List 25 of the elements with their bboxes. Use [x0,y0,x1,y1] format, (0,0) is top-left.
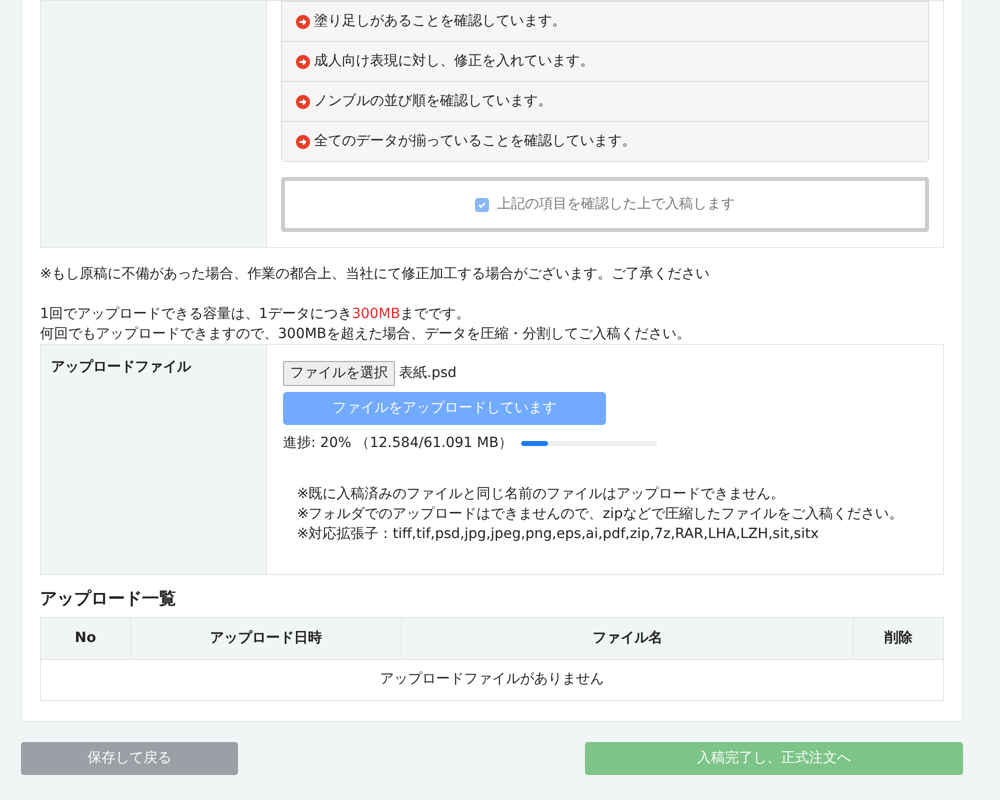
section-title: アップロード一覧 [40,588,176,611]
choose-file-button[interactable]: ファイルを選択 [283,361,395,386]
empty-message: アップロードファイルがありません [40,659,944,700]
arrow-circle-icon [296,14,310,28]
upload-file-label: アップロードファイル [41,345,267,574]
confirm-label: 上記の項目を確認した上で入稿します [497,195,735,214]
hint-text: ※フォルダでのアップロードはできませんので、zipなどで圧縮したファイルをご入稿ください。 [297,505,903,524]
progress-text: 進捗: 20% （12.584/61.091 MB） [283,434,513,453]
checklist-item: 塗り足しがあることを確認しています。 [282,1,928,41]
hint-text: ※対応拡張子：tiff,tif,psd,jpg,jpeg,png,eps,ai,pdf,zip,7z,RAR,LHA,LZH,sit,sitx [297,525,819,544]
note-text: ※もし原稿に不備があった場合、作業の都合上、当社にて修正加工する場合がございます。ご了承ください [40,265,710,284]
check-icon [477,200,487,210]
checklist-item: 成人向け表現に対し、修正を入れています。 [282,41,928,81]
note-text: 何回でもアップロードできますので、300MBを超えた場合、データを圧縮・分割してご入稿ください。 [40,325,690,344]
arrow-circle-icon [296,134,310,148]
column-header: 削除 [854,617,944,659]
arrow-circle-icon [296,94,310,108]
checklist-item: 全てのデータが揃っていることを確認しています。 [282,121,928,161]
column-header: ファイル名 [402,617,854,659]
column-header: No [40,617,130,659]
file-name: 表紙.psd [399,364,457,383]
column-header: アップロード日時 [130,617,402,659]
hint-text: ※既に入稿済みのファイルと同じ名前のファイルはアップロードできません。 [297,485,785,504]
checklist-item: ノンブルの並び順を確認しています。 [282,81,928,121]
arrow-circle-icon [296,54,310,68]
